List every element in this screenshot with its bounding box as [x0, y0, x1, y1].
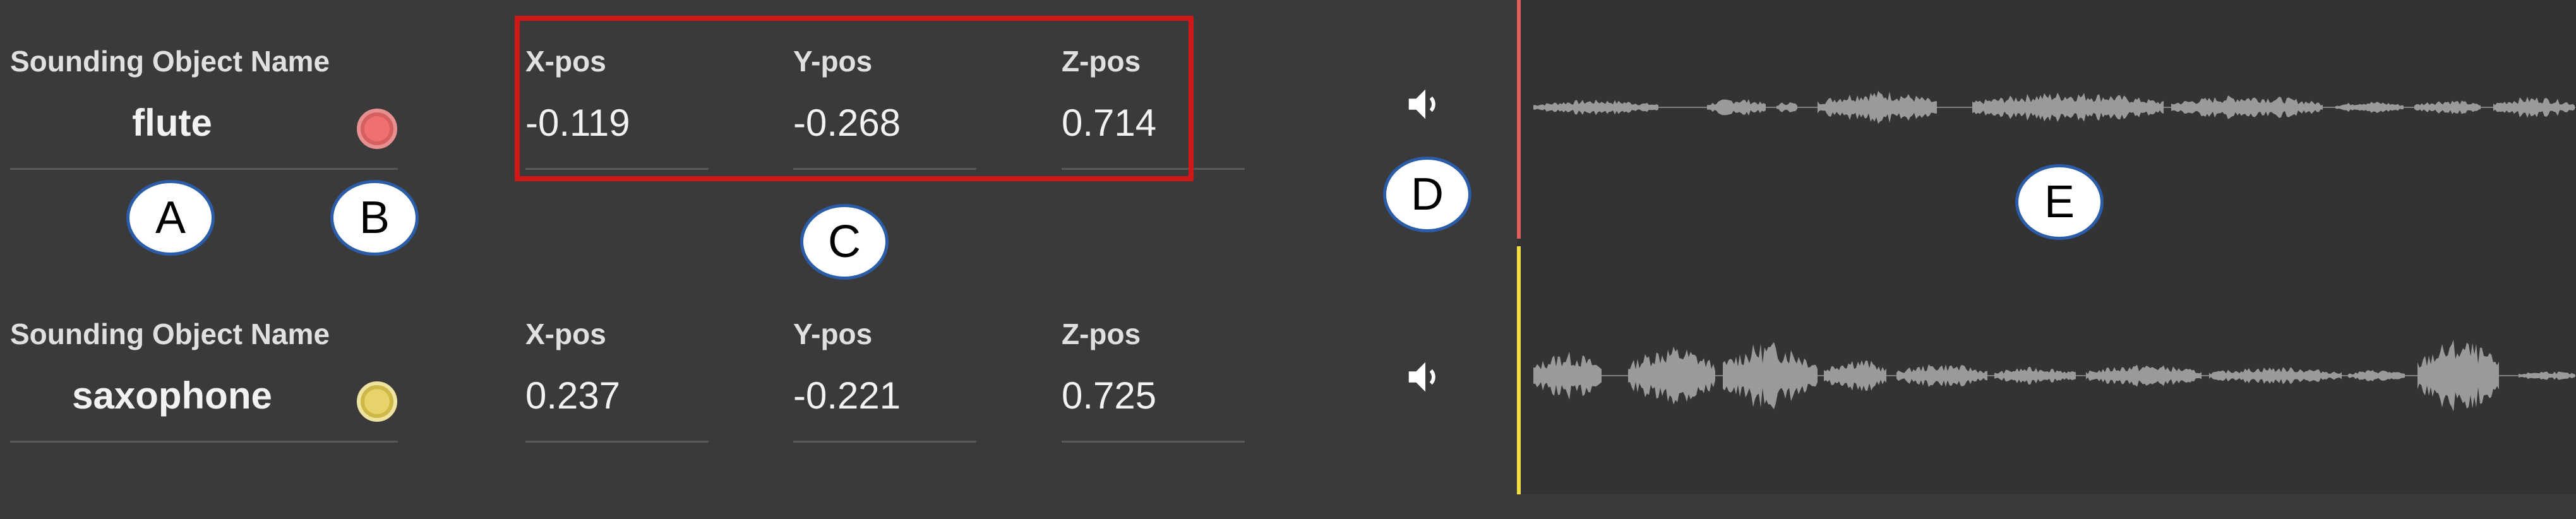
z-pos-field[interactable]: 0.725 [1062, 374, 1156, 417]
volume-icon[interactable] [1403, 355, 1447, 399]
sounding-object-name-field[interactable]: flute [0, 101, 344, 145]
x-pos-label: X-pos [525, 318, 606, 350]
color-indicator-button[interactable] [357, 109, 397, 149]
z-pos-label: Z-pos [1062, 318, 1141, 350]
callout-b: B [330, 180, 419, 256]
sounding-object-name-field[interactable]: saxophone [0, 374, 344, 417]
color-indicator-button[interactable] [357, 381, 397, 422]
waveform-saxophone[interactable] [1533, 335, 2575, 417]
playhead-cursor-flute[interactable] [1517, 0, 1521, 239]
y-pos-label: Y-pos [793, 318, 873, 350]
color-indicator-fill [364, 389, 390, 414]
color-indicator-fill [364, 116, 390, 141]
name-field-underline [10, 168, 398, 170]
volume-icon[interactable] [1403, 82, 1447, 126]
sounding-object-name-label: Sounding Object Name [10, 45, 330, 78]
sounding-object-name-label: Sounding Object Name [10, 318, 330, 350]
name-field-underline [10, 441, 398, 443]
playhead-cursor-saxophone[interactable] [1517, 246, 1521, 494]
x-pos-underline [525, 441, 709, 443]
x-pos-field[interactable]: 0.237 [525, 374, 620, 417]
callout-a: A [126, 180, 215, 256]
y-pos-underline [793, 441, 976, 443]
callout-c: C [800, 204, 889, 280]
waveform-panel [1517, 0, 2576, 494]
callout-e: E [2015, 164, 2104, 240]
y-pos-field[interactable]: -0.221 [793, 374, 901, 417]
object-list-panel: Sounding Object Name flute X-pos Y-pos Z… [0, 0, 1517, 494]
sound-object-row-saxophone: Sounding Object Name saxophone X-pos Y-p… [0, 273, 1517, 519]
waveform-flute[interactable] [1533, 76, 2575, 139]
z-pos-underline [1062, 441, 1245, 443]
callout-d: D [1383, 157, 1471, 232]
coordinates-highlight-box [515, 16, 1194, 181]
